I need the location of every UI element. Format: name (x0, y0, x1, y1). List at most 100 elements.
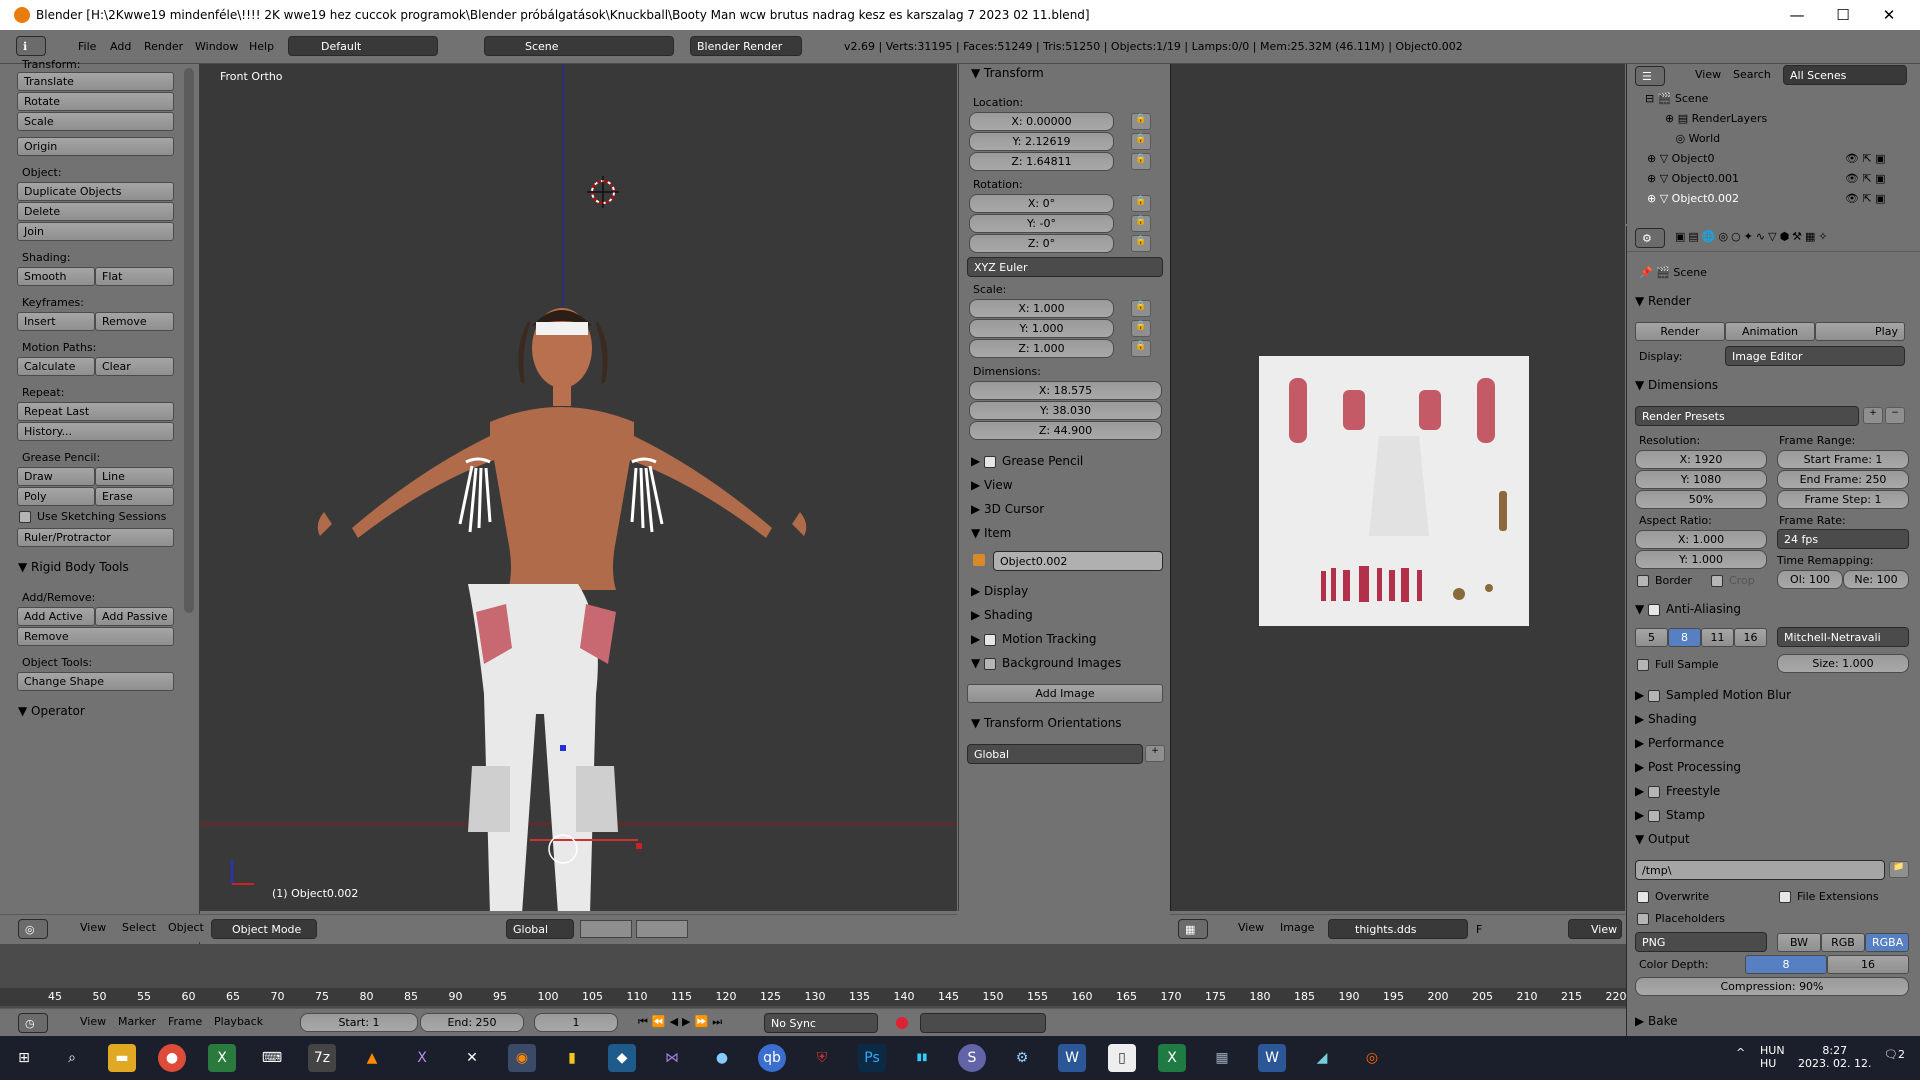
aa-filter-dropdown[interactable]: Mitchell-Netravali (1777, 627, 1909, 647)
render-panel-header[interactable]: ▼ Render (1635, 294, 1691, 308)
ruler-button[interactable]: Ruler/Protractor (17, 528, 174, 547)
full-sample-checkbox[interactable]: Full Sample (1637, 658, 1719, 671)
sync-dropdown[interactable]: No Sync (764, 1013, 878, 1033)
freestyle-panel-header[interactable]: ▶ Freestyle (1635, 784, 1720, 798)
view-dropdown[interactable]: View (1568, 919, 1622, 939)
shading-panel-header[interactable]: ▶ Shading (971, 608, 1033, 622)
outliner-item-object0[interactable]: ⊕ ▽ Object0 (1647, 152, 1715, 165)
old-remap-field[interactable]: Ol: 100 (1777, 570, 1843, 589)
menu-playback[interactable]: Playback (214, 1015, 263, 1028)
skype-icon[interactable]: S (958, 1044, 986, 1072)
depth-8-button[interactable]: 8 (1745, 955, 1827, 974)
resolution-percent-field[interactable]: 50% (1635, 490, 1767, 509)
excel-tool-icon[interactable]: X (208, 1044, 236, 1072)
orientation-list-dropdown[interactable]: Global (967, 744, 1143, 764)
clock[interactable]: 8:27 2023. 02. 12. (1798, 1044, 1871, 1070)
menu-search[interactable]: Search (1733, 68, 1771, 81)
menu-view[interactable]: View (1238, 921, 1264, 934)
start-field[interactable]: Start: 1 (300, 1013, 418, 1032)
lock-icon[interactable]: 🔒 (1131, 320, 1151, 337)
remove-preset-icon[interactable]: − (1885, 407, 1905, 424)
grease-check[interactable] (984, 455, 997, 468)
crop-checkbox[interactable]: Crop (1711, 574, 1755, 587)
menu-marker[interactable]: Marker (118, 1015, 156, 1028)
translate-button[interactable]: Translate (17, 72, 174, 91)
lock-icon[interactable]: 🔒 (1131, 133, 1151, 150)
sketching-checkbox[interactable]: Use Sketching Sessions (19, 510, 166, 523)
excel-icon[interactable]: X (1158, 1044, 1186, 1072)
dimension-z-field[interactable]: Z: 44.900 (969, 421, 1162, 440)
record-icon[interactable] (896, 1017, 908, 1029)
menu-select[interactable]: Select (122, 921, 156, 934)
output-path-field[interactable]: /tmp\ (1635, 860, 1885, 880)
animation-button[interactable]: Animation (1725, 322, 1815, 341)
border-check[interactable] (1637, 575, 1649, 587)
app-icon[interactable]: ⌨ (258, 1044, 286, 1072)
tray-chevron-icon[interactable]: ^ (1736, 1046, 1745, 1059)
menu-render[interactable]: Render (144, 40, 183, 53)
remove-keyframe-button[interactable]: Remove (95, 312, 174, 331)
language-indicator[interactable]: HUN HU (1760, 1044, 1785, 1070)
folder-app-icon[interactable]: ▮ (558, 1044, 586, 1072)
photoshop-icon[interactable]: Ps (858, 1044, 886, 1072)
lock-icon[interactable]: 🔒 (1131, 113, 1151, 130)
rotation-y-field[interactable]: Y: -0° (969, 214, 1114, 233)
scale-y-field[interactable]: Y: 1.000 (969, 319, 1114, 338)
border-checkbox[interactable]: Border (1637, 574, 1692, 587)
line-button[interactable]: Line (95, 467, 174, 486)
word-icon[interactable]: W (1058, 1044, 1086, 1072)
poly-button[interactable]: Poly (17, 487, 95, 506)
play-button[interactable]: Play (1815, 322, 1905, 341)
aa-16-button[interactable]: 16 (1734, 628, 1767, 647)
minimize-button[interactable]: — (1775, 4, 1819, 26)
lock-icon[interactable]: 🔒 (1131, 300, 1151, 317)
outliner-item-world[interactable]: ◎ World (1665, 132, 1720, 145)
mode-dropdown[interactable]: Object Mode (211, 919, 317, 939)
dimension-x-field[interactable]: X: 18.575 (969, 381, 1162, 400)
placeholders-check[interactable] (1637, 913, 1649, 925)
transform-panel-header[interactable]: ▼ Transform (971, 66, 1044, 80)
dimensions-panel-header[interactable]: ▼ Dimensions (1635, 378, 1718, 392)
add-orientation-icon[interactable]: + (1145, 745, 1165, 762)
visibility-icon[interactable]: 👁 ⇱ ▣ (1845, 172, 1886, 185)
menu-object[interactable]: Object (168, 921, 204, 934)
filter-size-field[interactable]: Size: 1.000 (1777, 654, 1909, 673)
menu-view[interactable]: View (80, 921, 106, 934)
end-field[interactable]: End: 250 (420, 1013, 524, 1032)
render-presets-dropdown[interactable]: Render Presets (1635, 406, 1859, 426)
file-ext-check[interactable] (1779, 891, 1791, 903)
history-button[interactable]: History... (17, 422, 174, 441)
duplicate-objects-button[interactable]: Duplicate Objects (17, 182, 174, 201)
file-format-dropdown[interactable]: PNG (1635, 932, 1767, 952)
visibility-icon[interactable]: 👁 ⇱ ▣ (1845, 192, 1886, 205)
origin-icon[interactable]: ◎ (1358, 1044, 1386, 1072)
context-tab-icons[interactable]: ▣▤🌐◎○✦∿▽⬢⚒▦✧ (1675, 230, 1831, 243)
smooth-button[interactable]: Smooth (17, 267, 95, 286)
aa-11-button[interactable]: 11 (1701, 628, 1734, 647)
outliner-item-object0-002[interactable]: ⊕ ▽ Object0.002 (1647, 192, 1739, 205)
outliner-item-scene[interactable]: ⊟ 🎬 Scene (1645, 92, 1708, 105)
crop-check[interactable] (1711, 575, 1723, 587)
app-blue-icon[interactable]: ◆ (608, 1044, 636, 1072)
menu-help[interactable]: Help (249, 40, 274, 53)
search-icon[interactable]: ⌕ (58, 1044, 86, 1072)
rgba-button[interactable]: RGBA (1865, 933, 1909, 952)
start-frame-field[interactable]: Start Frame: 1 (1777, 450, 1909, 469)
item-name-field[interactable]: Object0.002 (993, 551, 1163, 571)
dimension-y-field[interactable]: Y: 38.030 (969, 401, 1162, 420)
layer-buttons-2[interactable] (636, 920, 688, 938)
rotate-button[interactable]: Rotate (17, 92, 174, 111)
7zip-icon[interactable]: 7z (308, 1044, 336, 1072)
location-x-field[interactable]: X: 0.00000 (969, 112, 1114, 131)
3d-viewport[interactable]: Front Ortho (1) Object0.002 (200, 64, 957, 911)
word-doc-icon[interactable]: W (1258, 1044, 1286, 1072)
depth-16-button[interactable]: 16 (1827, 955, 1909, 974)
lock-icon[interactable]: 🔒 (1131, 153, 1151, 170)
image-editor-type-icon[interactable]: ▦ (1178, 919, 1208, 939)
freestyle-check[interactable] (1648, 785, 1661, 798)
sketching-check[interactable] (19, 511, 31, 523)
app-text-icon[interactable]: ▮▮ (908, 1044, 936, 1072)
current-frame-field[interactable]: 1 (534, 1013, 618, 1032)
aa-5-button[interactable]: 5 (1635, 628, 1668, 647)
bw-button[interactable]: BW (1777, 933, 1821, 952)
